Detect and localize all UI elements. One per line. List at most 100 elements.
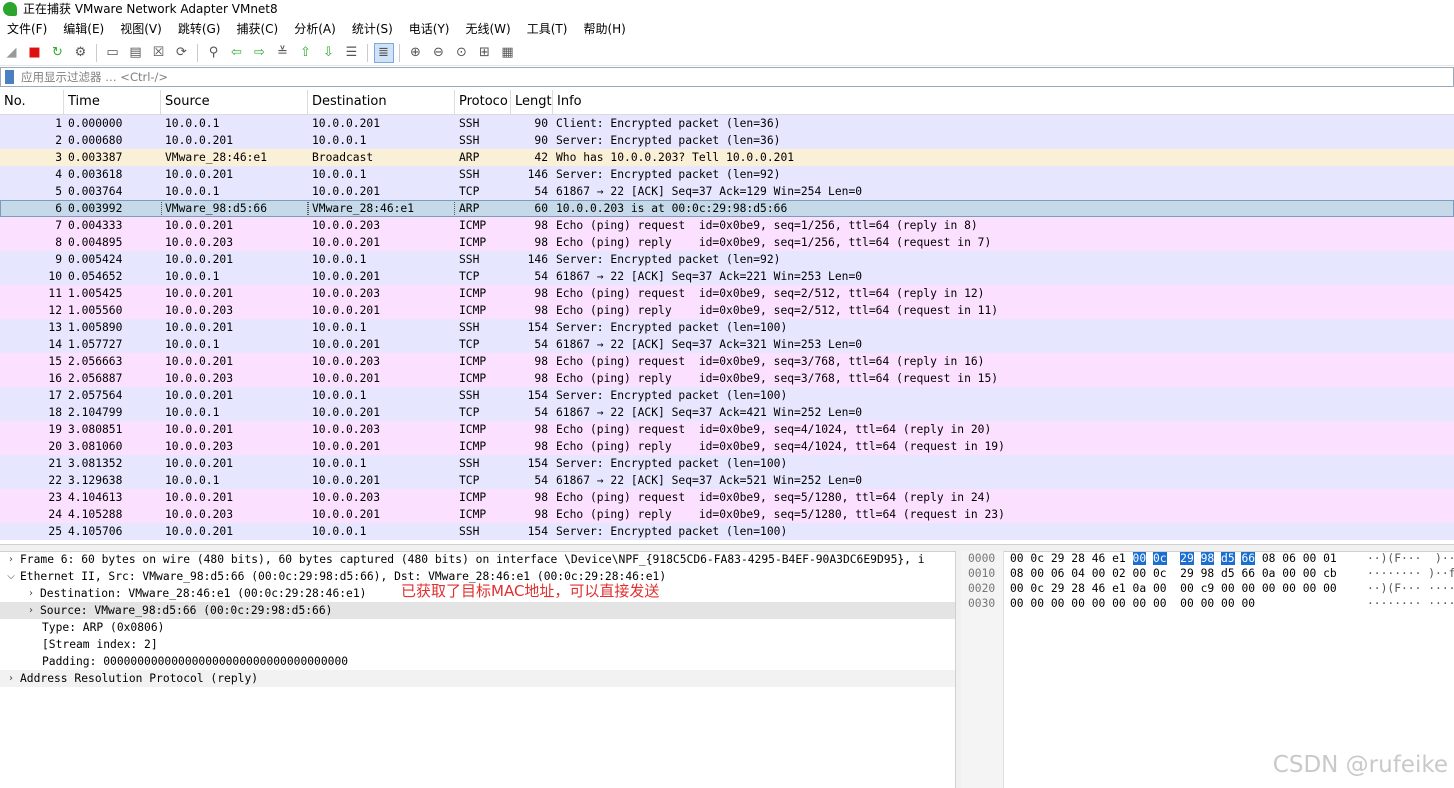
go-back-icon[interactable]: ⇦ [227, 43, 247, 63]
hex-byte[interactable]: 00 [1221, 582, 1235, 595]
expand-chevron-down-icon[interactable]: ⌵ [2, 568, 20, 585]
bytes-ascii[interactable]: ··)(F··· ········ [1367, 581, 1454, 596]
packet-row[interactable]: 9 0.005424 10.0.0.201 10.0.0.1 SSH 146 Server:… [0, 251, 1454, 268]
hex-byte[interactable]: 00 [1112, 597, 1126, 610]
zoom-out-icon[interactable]: ⊖ [429, 43, 449, 63]
menu-item[interactable]: 工具(T) [520, 20, 577, 37]
column-header-no[interactable]: No. [0, 90, 64, 114]
hex-byte[interactable]: 98 [1200, 552, 1215, 565]
detail-tree-row[interactable]: Type: ARP (0x0806) [0, 619, 955, 636]
go-last-icon[interactable]: ⇩ [319, 43, 339, 63]
packet-row[interactable]: 19 3.080851 10.0.0.201 10.0.0.203 ICMP 98 Echo… [0, 421, 1454, 438]
auto-scroll-icon[interactable]: ☰ [342, 43, 362, 63]
menu-item[interactable]: 捕获(C) [229, 20, 287, 37]
expand-chevron-right-icon[interactable]: › [2, 670, 20, 687]
hex-byte[interactable]: e1 [1112, 582, 1126, 595]
open-file-icon[interactable]: ▭ [103, 43, 123, 63]
packet-row[interactable]: 6 0.003992 VMware_98:d5:66 VMware_28:46:e1 A… [0, 200, 1454, 217]
hex-byte[interactable]: 02 [1112, 567, 1126, 580]
hex-byte[interactable]: 00 [1092, 567, 1106, 580]
bytes-ascii[interactable]: ········ ···· [1367, 596, 1454, 611]
hex-byte[interactable]: 46 [1092, 582, 1106, 595]
packet-row[interactable]: 17 2.057564 10.0.0.201 10.0.0.1 SSH 154 Server… [0, 387, 1454, 404]
bytes-ascii[interactable]: ··)(F··· )··f···· [1367, 551, 1454, 566]
hex-byte[interactable]: 28 [1071, 582, 1085, 595]
packet-row[interactable]: 18 2.104799 10.0.0.1 10.0.0.201 TCP 54 61867 →… [0, 404, 1454, 421]
packet-row[interactable]: 23 4.104613 10.0.0.201 10.0.0.203 ICMP 98 Echo… [0, 489, 1454, 506]
hex-byte[interactable]: 00 [1282, 567, 1296, 580]
packet-row[interactable]: 20 3.081060 10.0.0.203 10.0.0.201 ICMP 98 Echo… [0, 438, 1454, 455]
hex-byte[interactable]: 00 [1010, 597, 1024, 610]
hex-byte[interactable]: 29 [1051, 582, 1065, 595]
bytes-hex[interactable]: 00 00 00 00 00 00 00 00 00 00 00 00 [1010, 596, 1255, 611]
hex-byte[interactable]: 01 [1323, 552, 1337, 565]
go-first-icon[interactable]: ⇧ [296, 43, 316, 63]
hex-byte[interactable]: d5 [1221, 567, 1235, 580]
detail-tree-row[interactable]: › Address Resolution Protocol (reply) [0, 670, 955, 687]
zoom-in-icon[interactable]: ⊕ [406, 43, 426, 63]
reload-file-icon[interactable]: ⟳ [172, 43, 192, 63]
go-to-packet-icon[interactable]: ≚ [273, 43, 293, 63]
hex-byte[interactable]: 29 [1180, 567, 1194, 580]
hex-byte[interactable]: 00 [1133, 567, 1147, 580]
hex-byte[interactable]: 66 [1241, 552, 1256, 565]
hex-byte[interactable]: 28 [1071, 552, 1085, 565]
menu-item[interactable]: 统计(S) [345, 20, 402, 37]
hex-byte[interactable]: 0c [1153, 567, 1167, 580]
hex-byte[interactable]: 00 [1133, 597, 1147, 610]
hex-byte[interactable]: 00 [1010, 552, 1024, 565]
hex-byte[interactable]: 00 [1282, 582, 1296, 595]
menu-item[interactable]: 电话(Y) [402, 20, 459, 37]
hex-byte[interactable]: 00 [1180, 597, 1194, 610]
menu-item[interactable]: 跳转(G) [171, 20, 230, 37]
bytes-hex[interactable]: 00 0c 29 28 46 e1 00 0c 29 98 d5 66 08 0… [1010, 551, 1337, 566]
hex-byte[interactable]: 00 [1153, 582, 1167, 595]
packet-row[interactable]: 25 4.105706 10.0.0.201 10.0.0.1 SSH 154 Server… [0, 523, 1454, 540]
hex-byte[interactable]: cb [1323, 567, 1337, 580]
restart-capture-icon[interactable]: ↻ [48, 43, 68, 63]
hex-byte[interactable]: d5 [1221, 552, 1235, 565]
hex-byte[interactable]: 08 [1262, 552, 1276, 565]
column-header-time[interactable]: Time [64, 90, 161, 114]
hex-byte[interactable]: 00 [1323, 582, 1337, 595]
hex-byte[interactable]: 04 [1071, 567, 1085, 580]
menu-item[interactable]: 无线(W) [459, 20, 520, 37]
hex-byte[interactable]: c9 [1201, 582, 1215, 595]
hex-byte[interactable]: 00 [1153, 597, 1167, 610]
packet-row[interactable]: 4 0.003618 10.0.0.201 10.0.0.1 SSH 146 Server:… [0, 166, 1454, 183]
menu-item[interactable]: 视图(V) [113, 20, 171, 37]
hex-byte[interactable]: 00 [1030, 567, 1044, 580]
packet-row[interactable]: 2 0.000680 10.0.0.201 10.0.0.1 SSH 90 Server: … [0, 132, 1454, 149]
hex-byte[interactable]: 0c [1030, 582, 1044, 595]
hex-byte[interactable]: 00 [1303, 552, 1317, 565]
packet-row[interactable]: 5 0.003764 10.0.0.1 10.0.0.201 TCP 54 61867 → … [0, 183, 1454, 200]
find-packet-icon[interactable]: ⚲ [204, 43, 224, 63]
packet-row[interactable]: 1 0.000000 10.0.0.1 10.0.0.201 SSH 90 Client: … [0, 115, 1454, 132]
menu-item[interactable]: 帮助(H) [576, 20, 634, 37]
hex-byte[interactable]: 00 [1132, 552, 1147, 565]
hex-byte[interactable]: 00 [1262, 582, 1276, 595]
hex-byte[interactable]: 00 [1092, 597, 1106, 610]
hex-byte[interactable]: 06 [1282, 552, 1296, 565]
display-filter-input[interactable] [19, 69, 1453, 85]
hex-byte[interactable]: 00 [1180, 582, 1194, 595]
expand-chevron-right-icon[interactable]: › [22, 585, 40, 602]
hex-byte[interactable]: 0a [1262, 567, 1276, 580]
hex-byte[interactable]: 00 [1221, 597, 1235, 610]
hex-byte[interactable]: 29 [1051, 552, 1065, 565]
menu-item[interactable]: 文件(F) [0, 20, 56, 37]
packet-row[interactable]: 11 1.005425 10.0.0.201 10.0.0.203 ICMP 98 Echo… [0, 285, 1454, 302]
packet-row[interactable]: 24 4.105288 10.0.0.203 10.0.0.201 ICMP 98 Echo… [0, 506, 1454, 523]
packet-row[interactable]: 7 0.004333 10.0.0.201 10.0.0.203 ICMP 98 Echo … [0, 217, 1454, 234]
hex-byte[interactable]: 66 [1241, 567, 1255, 580]
detail-tree-row[interactable]: Padding: 0000000000000000000000000000000… [0, 653, 955, 670]
colorize-icon[interactable]: ≣ [373, 42, 394, 63]
hex-byte[interactable]: 46 [1092, 552, 1106, 565]
column-header-destination[interactable]: Destination [308, 90, 455, 114]
menu-item[interactable]: 编辑(E) [56, 20, 113, 37]
stop-capture-icon[interactable]: ■ [25, 43, 45, 63]
expand-chevron-right-icon[interactable]: › [22, 602, 40, 619]
column-header-info[interactable]: Info [553, 90, 1454, 114]
detail-tree-row[interactable]: › Frame 6: 60 bytes on wire (480 bits), 6… [0, 551, 955, 568]
capture-options-icon[interactable]: ⚙ [71, 43, 91, 63]
